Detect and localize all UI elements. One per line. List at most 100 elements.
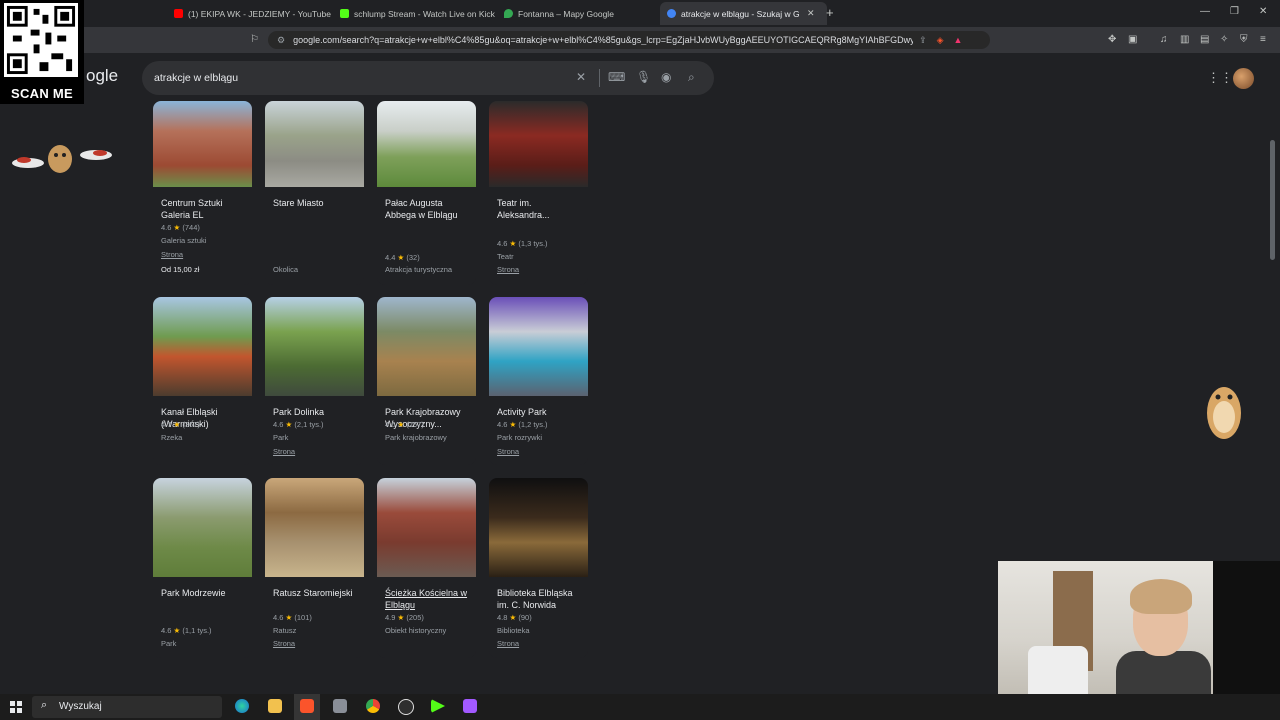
place-photo[interactable] <box>153 478 252 577</box>
place-photo[interactable] <box>377 101 476 187</box>
site-settings-icon[interactable]: ⚙ <box>277 35 285 46</box>
kick-icon[interactable] <box>431 699 445 713</box>
restore-button[interactable]: ❐ <box>1230 6 1239 17</box>
minimize-button[interactable]: — <box>1200 6 1210 17</box>
brave-icon[interactable] <box>300 699 314 713</box>
rating: 4.6 ★ (101) <box>273 613 312 622</box>
windows-start-icon[interactable] <box>10 701 22 713</box>
app-icon[interactable] <box>333 699 347 713</box>
microphone-icon[interactable]: 🎙 <box>636 70 651 84</box>
place-name[interactable]: Pałac Augusta Abbega w Elblągu <box>385 197 471 221</box>
review-count: (367) <box>182 420 200 429</box>
vpn-icon[interactable]: ⛨ <box>1240 34 1248 45</box>
taskbar-search[interactable]: ⌕ Wyszukaj <box>32 696 222 718</box>
file-explorer-icon[interactable] <box>268 699 282 713</box>
website-link[interactable]: Strona <box>497 639 519 648</box>
avatar[interactable] <box>1233 68 1254 89</box>
tab-youtube[interactable]: (1) EKIPA WK - JEDZIEMY - YouTube <box>168 2 334 25</box>
website-link[interactable]: Strona <box>273 447 295 456</box>
place-card[interactable]: Pałac Augusta Abbega w Elblągu 4.4 ★ (32)… <box>377 101 476 285</box>
place-name[interactable]: Biblioteka Elbląska im. C. Norwida <box>497 587 583 611</box>
place-category: Rzeka <box>161 433 183 442</box>
place-name[interactable]: Teatr im. Aleksandra... <box>497 197 583 221</box>
place-name[interactable]: Stare Miasto <box>273 197 359 209</box>
place-photo[interactable] <box>265 297 364 396</box>
place-card[interactable]: Kanał Elbląski (Warmiński) 4.7 ★ (367) Rze… <box>153 297 252 465</box>
bookmark-icon[interactable]: ⚐ <box>250 34 259 45</box>
place-card[interactable]: Ratusz Staromiejski 4.6 ★ (101) Ratusz Stro… <box>265 478 364 658</box>
place-category: Obiekt historyczny <box>385 626 447 635</box>
close-tab-icon[interactable]: ✕ <box>807 8 815 19</box>
scrollbar[interactable] <box>1270 140 1275 260</box>
search-input[interactable]: atrakcje w elblągu <box>154 72 238 84</box>
place-category: Atrakcja turystyczna <box>385 265 453 274</box>
new-tab-button[interactable]: + <box>826 5 834 20</box>
place-name[interactable]: Centrum Sztuki Galeria EL <box>161 197 247 221</box>
sidebar-icon[interactable]: ▥ <box>1180 34 1189 45</box>
maps-pin-icon <box>504 9 513 18</box>
keyboard-icon[interactable]: ⌨ <box>608 70 625 84</box>
place-photo[interactable] <box>377 297 476 396</box>
place-photo[interactable] <box>489 101 588 187</box>
windows-taskbar: ⌕ Wyszukaj <box>0 694 1280 720</box>
place-photo[interactable] <box>377 478 476 577</box>
place-photo[interactable] <box>153 297 252 396</box>
tab-title: atrakcje w elblągu - Szukaj w Go <box>681 8 799 19</box>
place-name[interactable]: Activity Park <box>497 406 583 418</box>
website-link[interactable]: Strona <box>497 447 519 456</box>
place-name[interactable]: Ratusz Staromiejski <box>273 587 359 599</box>
chrome-icon[interactable] <box>366 699 380 713</box>
rating-value: 4.6 <box>497 239 508 248</box>
obs-icon[interactable] <box>398 699 414 715</box>
place-photo[interactable] <box>265 478 364 577</box>
media-icon[interactable]: ♫ <box>1160 34 1168 45</box>
tab-google-maps[interactable]: Fontanna – Mapy Google <box>498 2 654 25</box>
edge-icon[interactable] <box>235 699 249 713</box>
place-card[interactable]: Centrum Sztuki Galeria EL 4.6 ★ (744) Gale… <box>153 101 252 285</box>
share-icon[interactable]: ⇪ <box>919 35 927 46</box>
star-icon: ★ <box>173 420 181 429</box>
website-link[interactable]: Strona <box>161 250 183 259</box>
screenshot-icon[interactable]: ▣ <box>1128 34 1137 45</box>
clear-icon[interactable]: ✕ <box>576 70 586 84</box>
brave-rewards-icon[interactable]: ▲ <box>954 35 963 45</box>
place-photo[interactable] <box>153 101 252 187</box>
wallet-icon[interactable]: ▤ <box>1200 34 1209 45</box>
rating: 4.7 ★ (367) <box>161 420 200 429</box>
streamer-hair <box>1130 579 1192 614</box>
place-card[interactable]: Park Dolinka 4.6 ★ (2,1 tys.) Park Strona <box>265 297 364 465</box>
rating-value: 4.6 <box>385 420 396 429</box>
search-box[interactable]: atrakcje w elblągu ✕ ⌨ 🎙 ◉ ⌕ <box>142 61 714 95</box>
place-name[interactable]: Park Modrzewie <box>161 587 247 599</box>
tab-kick[interactable]: schlump Stream - Watch Live on Kick <box>334 2 500 25</box>
place-category: Teatr <box>497 252 514 261</box>
leo-ai-icon[interactable]: ✧ <box>1220 34 1228 45</box>
address-bar[interactable]: ⚙ google.com/search?q=atrakcje+w+elbl%C4… <box>268 31 990 49</box>
extensions-icon[interactable]: ✥ <box>1108 34 1116 45</box>
place-card[interactable]: Biblioteka Elbląska im. C. Norwida 4.8 ★ … <box>489 478 588 658</box>
place-card[interactable]: Stare Miasto Okolica <box>265 101 364 285</box>
review-count: (32) <box>406 253 420 262</box>
place-category: Park <box>161 639 177 648</box>
place-card[interactable]: Teatr im. Aleksandra... 4.6 ★ (1,3 tys.) T… <box>489 101 588 285</box>
lens-camera-icon[interactable]: ◉ <box>661 70 671 84</box>
place-card[interactable]: Activity Park 4.6 ★ (1,2 tys.) Park rozryw… <box>489 297 588 465</box>
place-card[interactable]: Park Modrzewie 4.6 ★ (1,1 tys.) Park <box>153 478 252 658</box>
place-photo[interactable] <box>265 101 364 187</box>
place-photo[interactable] <box>489 297 588 396</box>
place-card[interactable]: Park Krajobrazowy Wysoczyzny... 4.6 ★ (25… <box>377 297 476 465</box>
app-icon[interactable] <box>463 699 477 713</box>
place-card[interactable]: Ścieżka Kościelna w Elblągu 4.9 ★ (205) Ob… <box>377 478 476 658</box>
place-photo[interactable] <box>489 478 588 577</box>
brave-shields-icon[interactable]: ◈ <box>937 35 944 46</box>
place-name[interactable]: Park Dolinka <box>273 406 359 418</box>
menu-icon[interactable]: ≡ <box>1260 34 1266 45</box>
search-icon[interactable]: ⌕ <box>688 70 695 85</box>
tab-google-search[interactable]: atrakcje w elblągu - Szukaj w Go ✕ <box>660 2 827 25</box>
close-window-button[interactable]: ✕ <box>1259 6 1267 17</box>
rating: 4.6 ★ (1,1 tys.) <box>161 626 212 635</box>
website-link[interactable]: Strona <box>273 639 295 648</box>
google-logo[interactable]: ogle <box>86 66 118 86</box>
place-name[interactable]: Ścieżka Kościelna w Elblągu <box>385 587 471 611</box>
website-link[interactable]: Strona <box>497 265 519 274</box>
